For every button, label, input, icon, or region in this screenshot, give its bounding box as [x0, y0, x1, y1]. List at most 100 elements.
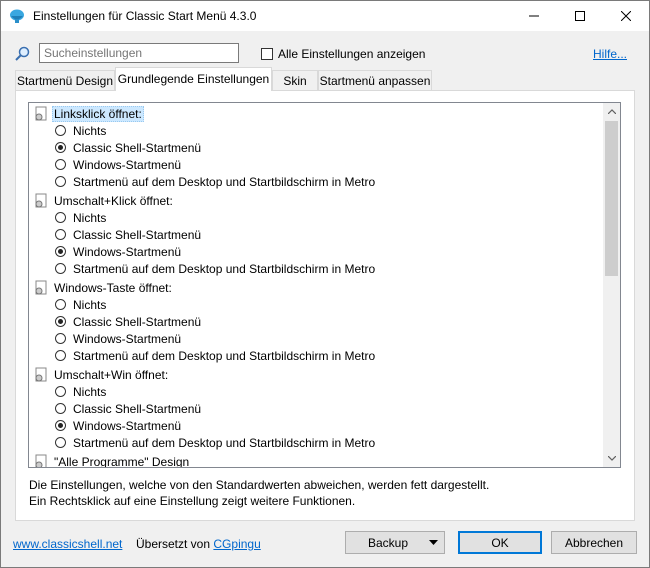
ok-button[interactable]: OK [458, 531, 542, 554]
setting-gear-icon [35, 280, 47, 294]
show-all-checkbox[interactable] [261, 48, 273, 60]
radio-option[interactable]: Windows-Startmenü [55, 417, 181, 434]
radio-button[interactable] [55, 263, 66, 274]
tab-startmenu-design[interactable]: Startmenü Design [15, 70, 115, 90]
setting-group-windows-key[interactable]: Windows-Taste öffnet: [33, 279, 174, 296]
radio-label: Startmenü auf dem Desktop und Startbilds… [73, 435, 376, 450]
minimize-button[interactable] [511, 1, 557, 31]
radio-option[interactable]: Classic Shell-Startmenü [55, 139, 201, 156]
chevron-up-icon [607, 109, 616, 114]
radio-label: Classic Shell-Startmenü [73, 140, 202, 155]
radio-option[interactable]: Startmenü auf dem Desktop und Startbilds… [55, 173, 375, 190]
radio-option[interactable]: Nichts [55, 383, 106, 400]
scrollbar-thumb[interactable] [605, 121, 618, 276]
radio-option[interactable]: Nichts [55, 209, 106, 226]
radio-option[interactable]: Classic Shell-Startmenü [55, 226, 201, 243]
app-shell-icon [10, 9, 24, 23]
radio-button[interactable] [55, 229, 66, 240]
setting-group-all-programs[interactable]: "Alle Programme" Design [33, 453, 191, 468]
radio-label: Windows-Startmenü [73, 157, 182, 172]
tab-customize-startmenu[interactable]: Startmenü anpassen [318, 70, 432, 90]
radio-label: Startmenü auf dem Desktop und Startbilds… [73, 348, 376, 363]
cancel-label: Abbrechen [564, 535, 624, 550]
radio-option[interactable]: Windows-Startmenü [55, 156, 181, 173]
radio-label: Windows-Startmenü [73, 331, 182, 346]
show-all-settings-toggle[interactable]: Alle Einstellungen anzeigen [261, 47, 425, 61]
minimize-icon [529, 15, 539, 17]
radio-button[interactable] [55, 437, 66, 448]
radio-button[interactable] [55, 159, 66, 170]
radio-label: Classic Shell-Startmenü [73, 227, 202, 242]
radio-label: Nichts [73, 123, 107, 138]
radio-button[interactable] [55, 125, 66, 136]
radio-label: Startmenü auf dem Desktop und Startbilds… [73, 174, 376, 189]
radio-option[interactable]: Startmenü auf dem Desktop und Startbilds… [55, 347, 375, 364]
radio-button[interactable] [55, 420, 66, 431]
radio-button[interactable] [55, 246, 66, 257]
help-link[interactable]: Hilfe... [593, 47, 627, 61]
setting-group-shift-click[interactable]: Umschalt+Klick öffnet: [33, 192, 175, 209]
setting-gear-icon [35, 454, 47, 467]
info-text: Die Einstellungen, welche von den Standa… [29, 477, 489, 509]
radio-option[interactable]: Classic Shell-Startmenü [55, 400, 201, 417]
title-bar[interactable]: Einstellungen für Classic Start Menü 4.3… [1, 1, 649, 31]
radio-button[interactable] [55, 386, 66, 397]
translator-link[interactable]: CGpingu [213, 537, 260, 551]
close-button[interactable] [603, 1, 649, 31]
radio-option[interactable]: Nichts [55, 296, 106, 313]
maximize-icon [575, 11, 585, 21]
settings-window: Einstellungen für Classic Start Menü 4.3… [0, 0, 650, 568]
setting-group-shift-win[interactable]: Umschalt+Win öffnet: [33, 366, 170, 383]
dropdown-arrow-icon [429, 540, 438, 545]
translator-credit: Übersetzt von CGpingu [136, 537, 261, 551]
radio-option[interactable]: Nichts [55, 122, 106, 139]
setting-gear-icon [35, 106, 47, 120]
setting-group-label: Umschalt+Klick öffnet: [54, 193, 173, 208]
info-line-2: Ein Rechtsklick auf eine Einstellung zei… [29, 494, 356, 508]
setting-group-label: Windows-Taste öffnet: [54, 280, 172, 295]
tab-basic-settings[interactable]: Grundlegende Einstellungen [115, 67, 272, 91]
scroll-down-button[interactable] [603, 450, 620, 467]
radio-option[interactable]: Windows-Startmenü [55, 330, 181, 347]
radio-button[interactable] [55, 212, 66, 223]
setting-gear-icon [35, 193, 47, 207]
close-icon [621, 11, 631, 21]
tab-skin[interactable]: Skin [272, 70, 318, 90]
settings-tree[interactable]: Linksklick öffnet: Nichts Classic Shell-… [28, 102, 621, 468]
scroll-up-button[interactable] [603, 103, 620, 120]
radio-label: Windows-Startmenü [73, 418, 182, 433]
setting-group-left-click[interactable]: Linksklick öffnet: [33, 105, 144, 122]
maximize-button[interactable] [557, 1, 603, 31]
backup-button[interactable]: Backup [345, 531, 445, 554]
chevron-down-icon [607, 456, 616, 461]
setting-group-label: Umschalt+Win öffnet: [54, 367, 169, 382]
info-line-1: Die Einstellungen, welche von den Standa… [29, 478, 490, 492]
radio-option[interactable]: Windows-Startmenü [55, 243, 181, 260]
window-title: Einstellungen für Classic Start Menü 4.3… [33, 9, 257, 23]
radio-option[interactable]: Startmenü auf dem Desktop und Startbilds… [55, 260, 375, 277]
search-input[interactable] [39, 43, 239, 63]
radio-label: Startmenü auf dem Desktop und Startbilds… [73, 261, 376, 276]
radio-button[interactable] [55, 350, 66, 361]
radio-option[interactable]: Startmenü auf dem Desktop und Startbilds… [55, 434, 375, 451]
ok-label: OK [491, 535, 509, 550]
radio-button[interactable] [55, 142, 66, 153]
radio-button[interactable] [55, 176, 66, 187]
radio-label: Classic Shell-Startmenü [73, 314, 202, 329]
radio-label: Windows-Startmenü [73, 244, 182, 259]
radio-button[interactable] [55, 299, 66, 310]
search-icon [15, 46, 30, 61]
setting-gear-icon [35, 367, 47, 381]
radio-option[interactable]: Classic Shell-Startmenü [55, 313, 201, 330]
radio-label: Classic Shell-Startmenü [73, 401, 202, 416]
radio-button[interactable] [55, 316, 66, 327]
setting-group-label: Linksklick öffnet: [52, 105, 144, 122]
vertical-scrollbar[interactable] [603, 103, 620, 467]
setting-group-label: "Alle Programme" Design [54, 454, 190, 468]
translated-by-label: Übersetzt von [136, 537, 211, 551]
backup-label: Backup [367, 535, 409, 550]
website-link[interactable]: www.classicshell.net [13, 537, 122, 551]
cancel-button[interactable]: Abbrechen [551, 531, 637, 554]
radio-button[interactable] [55, 333, 66, 344]
radio-button[interactable] [55, 403, 66, 414]
